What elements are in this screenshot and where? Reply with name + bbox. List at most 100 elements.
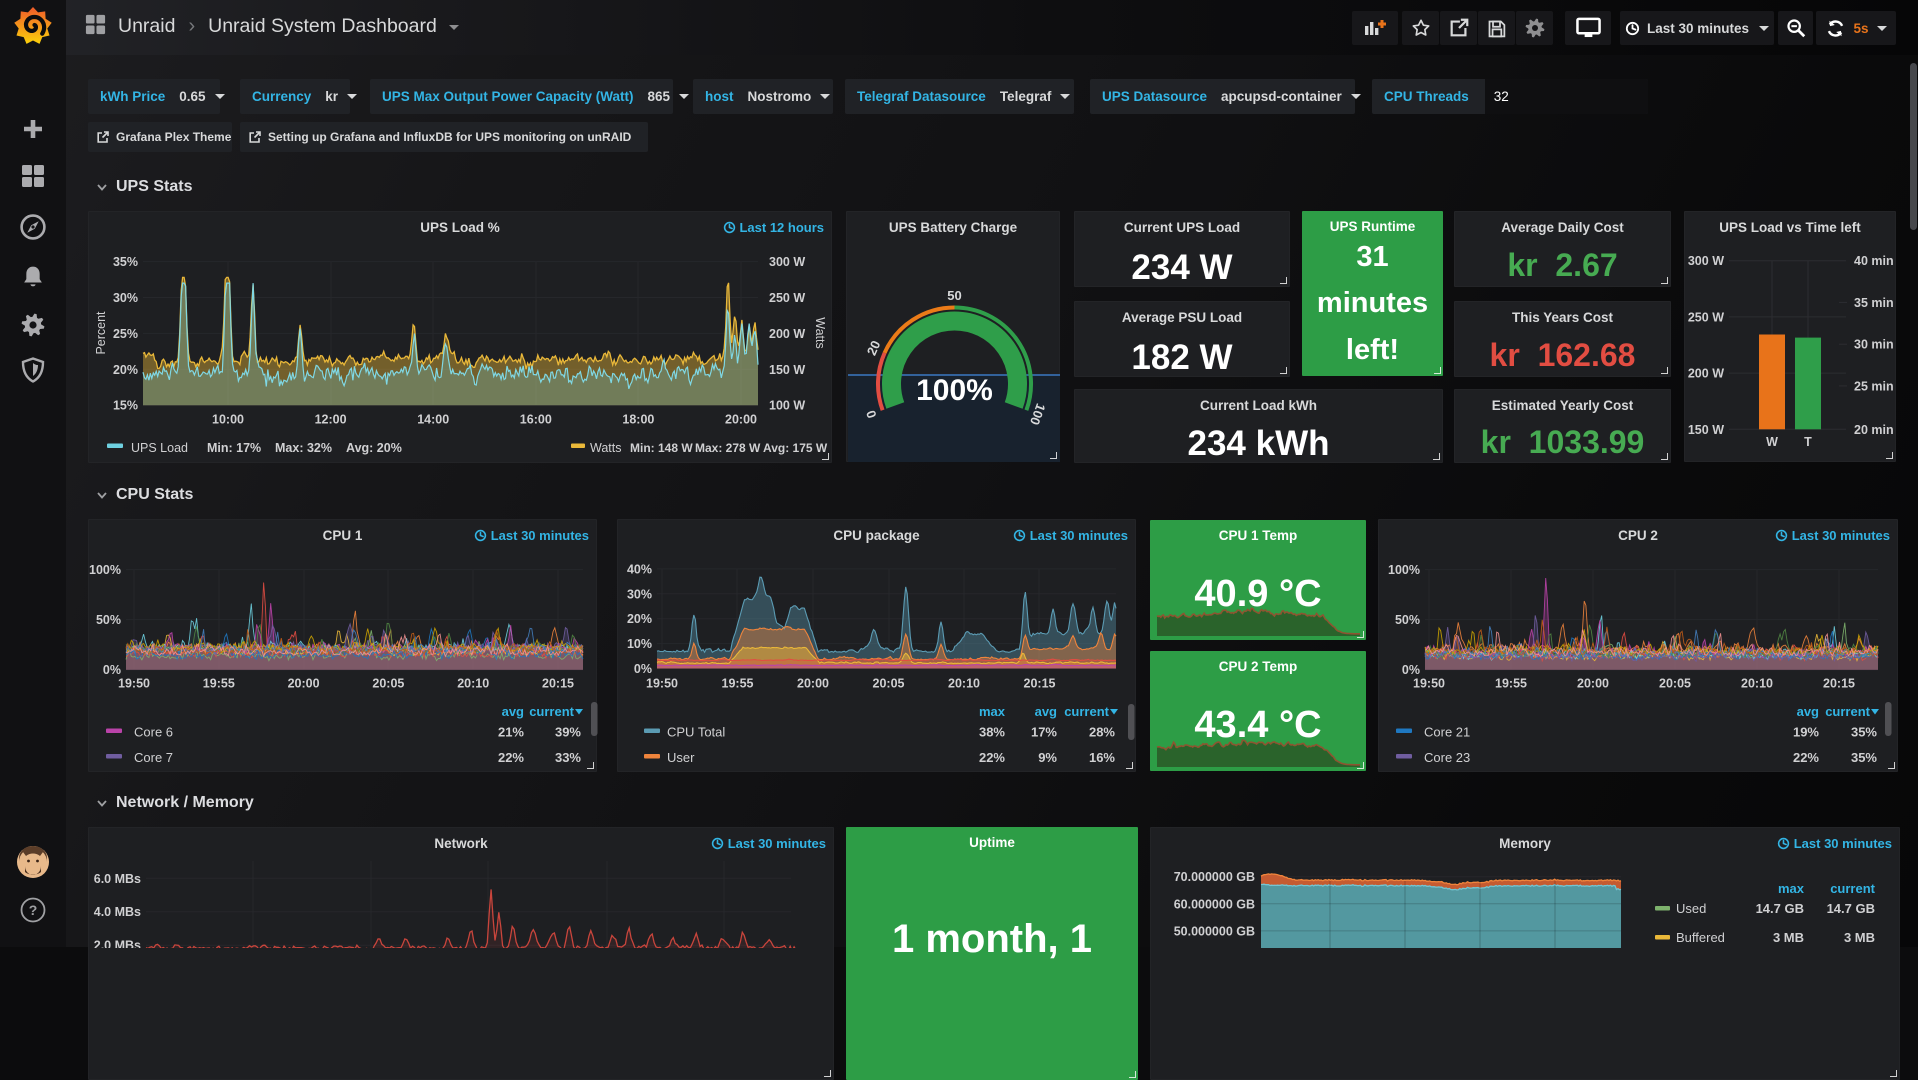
svg-text:current: current xyxy=(1064,704,1109,719)
svg-text:25 min: 25 min xyxy=(1854,379,1894,393)
svg-text:19:55: 19:55 xyxy=(722,677,754,691)
svg-text:200 W: 200 W xyxy=(1688,367,1724,381)
svg-text:UPS Load: UPS Load xyxy=(131,441,188,455)
svg-text:15%: 15% xyxy=(113,399,138,413)
svg-text:20:00: 20:00 xyxy=(288,677,320,691)
svg-text:19:55: 19:55 xyxy=(1495,677,1527,691)
svg-text:33%: 33% xyxy=(555,750,581,765)
svg-text:20:15: 20:15 xyxy=(1024,677,1056,691)
svg-text:100%: 100% xyxy=(89,563,121,577)
svg-text:20:00: 20:00 xyxy=(725,413,757,427)
svg-text:150 W: 150 W xyxy=(769,363,805,377)
svg-text:14.7 GB: 14.7 GB xyxy=(1827,901,1875,916)
svg-text:100%: 100% xyxy=(1388,563,1420,577)
svg-text:4.0 MBs: 4.0 MBs xyxy=(94,905,141,919)
svg-text:10:00: 10:00 xyxy=(212,413,244,427)
svg-text:21%: 21% xyxy=(498,725,524,740)
svg-text:250 W: 250 W xyxy=(769,291,805,305)
svg-text:10%: 10% xyxy=(627,637,652,651)
svg-text:Watts: Watts xyxy=(813,317,827,348)
svg-text:current: current xyxy=(1825,704,1870,719)
svg-text:current: current xyxy=(1830,881,1875,896)
svg-text:0%: 0% xyxy=(1402,663,1420,677)
svg-text:250 W: 250 W xyxy=(1688,310,1724,324)
svg-text:T: T xyxy=(1804,435,1812,449)
svg-text:22%: 22% xyxy=(498,750,524,765)
svg-text:Min: 17%: Min: 17% xyxy=(207,441,261,455)
svg-text:max: max xyxy=(979,704,1006,719)
svg-text:100 W: 100 W xyxy=(769,399,805,413)
svg-text:60.000000 GB: 60.000000 GB xyxy=(1174,897,1255,911)
svg-text:300 W: 300 W xyxy=(1688,254,1724,268)
svg-text:20: 20 xyxy=(864,338,884,357)
svg-text:14:00: 14:00 xyxy=(417,413,449,427)
svg-text:Core 7: Core 7 xyxy=(134,750,173,765)
svg-text:W: W xyxy=(1766,435,1778,449)
svg-text:20:15: 20:15 xyxy=(1823,677,1855,691)
svg-text:70.000000 GB: 70.000000 GB xyxy=(1174,870,1255,884)
svg-text:Percent: Percent xyxy=(94,311,108,355)
svg-text:9%: 9% xyxy=(1038,750,1057,765)
svg-text:Max: 32%: Max: 32% xyxy=(275,441,332,455)
svg-text:6.0 MBs: 6.0 MBs xyxy=(94,872,141,886)
svg-text:22%: 22% xyxy=(1793,750,1819,765)
svg-text:35%: 35% xyxy=(113,255,138,269)
svg-text:Max: 278 W: Max: 278 W xyxy=(695,441,761,455)
svg-text:Min: 148 W: Min: 148 W xyxy=(630,441,693,455)
svg-text:35%: 35% xyxy=(1851,750,1877,765)
svg-text:30 min: 30 min xyxy=(1854,338,1894,352)
svg-text:50%: 50% xyxy=(1395,613,1420,627)
svg-text:200 W: 200 W xyxy=(769,327,805,341)
svg-text:300 W: 300 W xyxy=(769,255,805,269)
svg-text:20:05: 20:05 xyxy=(873,677,905,691)
svg-text:avg: avg xyxy=(1035,704,1057,719)
svg-text:3 MB: 3 MB xyxy=(1773,930,1804,945)
svg-text:3 MB: 3 MB xyxy=(1844,930,1875,945)
svg-text:Core 23: Core 23 xyxy=(1424,750,1470,765)
svg-text:20:10: 20:10 xyxy=(457,677,489,691)
svg-text:50.000000 GB: 50.000000 GB xyxy=(1174,924,1255,938)
svg-text:25%: 25% xyxy=(113,327,138,341)
svg-text:150 W: 150 W xyxy=(1688,423,1724,437)
svg-text:14.7 GB: 14.7 GB xyxy=(1756,901,1804,916)
svg-text:39%: 39% xyxy=(555,725,581,740)
svg-text:?: ? xyxy=(29,902,38,918)
svg-text:20:10: 20:10 xyxy=(1741,677,1773,691)
svg-text:0%: 0% xyxy=(103,663,121,677)
svg-text:Avg: 175 W: Avg: 175 W xyxy=(763,441,828,455)
svg-text:20 min: 20 min xyxy=(1854,423,1894,437)
svg-text:20:05: 20:05 xyxy=(372,677,404,691)
svg-text:avg: avg xyxy=(502,704,524,719)
svg-text:Used: Used xyxy=(1676,901,1706,916)
svg-text:User: User xyxy=(667,750,695,765)
svg-text:16:00: 16:00 xyxy=(520,413,552,427)
svg-text:Core 21: Core 21 xyxy=(1424,725,1470,740)
svg-text:CPU Total: CPU Total xyxy=(667,725,725,740)
svg-text:Core 6: Core 6 xyxy=(134,725,173,740)
svg-text:28%: 28% xyxy=(1089,725,1115,740)
svg-text:current: current xyxy=(529,704,574,719)
svg-text:100%: 100% xyxy=(916,374,993,407)
svg-text:Watts: Watts xyxy=(590,441,621,455)
svg-text:20:00: 20:00 xyxy=(1577,677,1609,691)
svg-text:18:00: 18:00 xyxy=(622,413,654,427)
svg-text:35 min: 35 min xyxy=(1854,296,1894,310)
svg-text:20:10: 20:10 xyxy=(948,677,980,691)
svg-text:20:00: 20:00 xyxy=(797,677,829,691)
svg-text:Buffered: Buffered xyxy=(1676,930,1725,945)
svg-text:22%: 22% xyxy=(979,750,1005,765)
svg-text:16%: 16% xyxy=(1089,750,1115,765)
svg-text:Avg: 20%: Avg: 20% xyxy=(346,441,402,455)
svg-text:avg: avg xyxy=(1797,704,1819,719)
svg-text:19:50: 19:50 xyxy=(1413,677,1445,691)
svg-text:12:00: 12:00 xyxy=(315,413,347,427)
svg-text:20:05: 20:05 xyxy=(1659,677,1691,691)
svg-text:30%: 30% xyxy=(627,587,652,601)
svg-text:20:15: 20:15 xyxy=(542,677,574,691)
svg-text:19:55: 19:55 xyxy=(203,677,235,691)
svg-text:19%: 19% xyxy=(1793,725,1819,740)
svg-text:40%: 40% xyxy=(627,562,652,576)
svg-text:20%: 20% xyxy=(627,612,652,626)
svg-text:50%: 50% xyxy=(96,613,121,627)
svg-text:38%: 38% xyxy=(979,725,1005,740)
